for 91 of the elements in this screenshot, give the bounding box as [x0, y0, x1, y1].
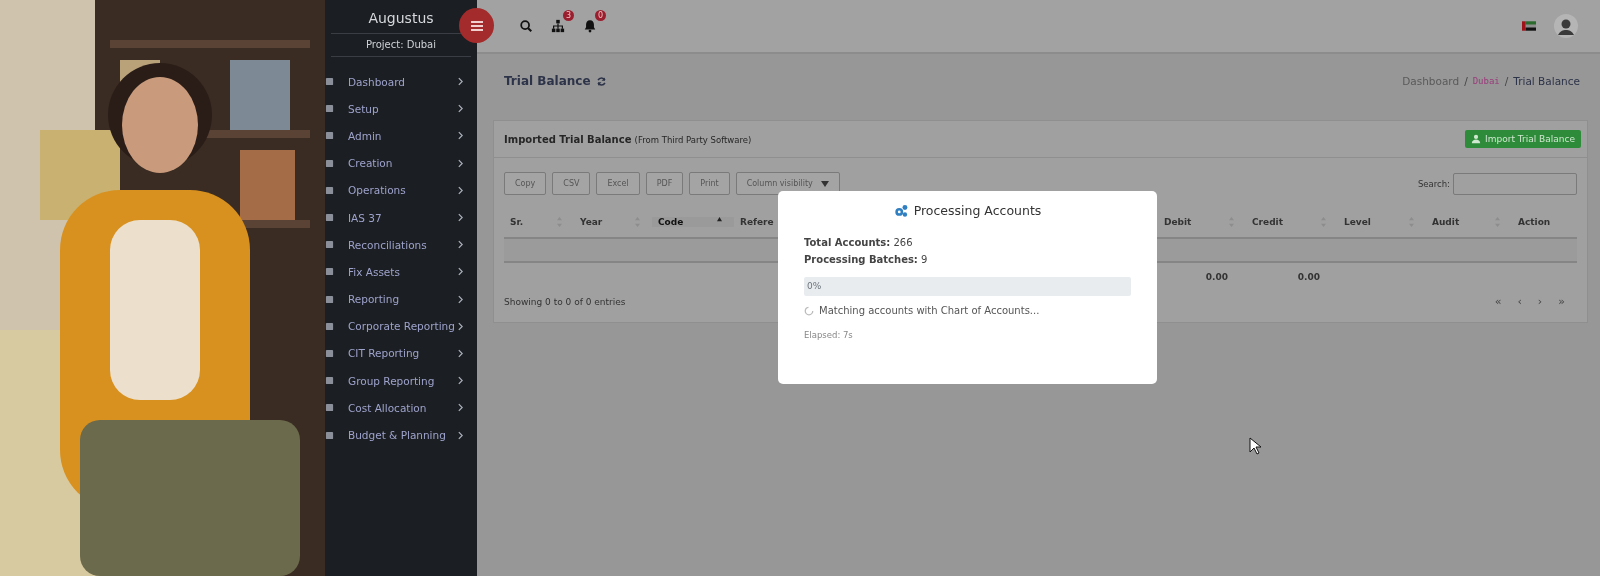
chevron-icon	[458, 403, 463, 413]
sidebar-item[interactable]: Setup	[325, 95, 477, 123]
refresh-icon[interactable]	[595, 75, 607, 87]
square-icon	[325, 348, 334, 358]
stat-text: Total Accounts: 266	[804, 236, 914, 250]
total-cell: 0.00	[1297, 272, 1320, 282]
square-icon	[325, 294, 334, 304]
chevron-icon	[458, 158, 463, 168]
sidebar-item[interactable]: Cost Allocation	[325, 394, 477, 422]
bell-icon[interactable]	[583, 19, 597, 33]
entries-info: Showing 0 to 0 of 0 entries	[504, 296, 626, 307]
column-header: Action	[1517, 217, 1552, 227]
export-button[interactable]: Excel	[596, 172, 640, 195]
chevron-icon	[458, 131, 463, 141]
chevron-icon	[458, 77, 463, 87]
stat-text: Processing Batches: 9	[804, 253, 929, 267]
square-icon	[325, 131, 334, 141]
square-icon	[325, 321, 334, 331]
page-title: Trial Balance	[504, 74, 591, 88]
square-icon	[325, 240, 334, 250]
export-button[interactable]: PDF	[645, 172, 684, 195]
export-button[interactable]: Print	[689, 172, 730, 195]
search-icon[interactable]	[519, 19, 533, 33]
column-header[interactable]: Credit	[1246, 217, 1338, 227]
column-header[interactable]: Audit	[1426, 217, 1512, 227]
column-header[interactable]: Code	[652, 217, 734, 227]
breadcrumb-separator: /	[1504, 75, 1509, 87]
spinner-icon	[804, 305, 814, 316]
avatar-icon[interactable]	[1554, 14, 1578, 38]
sitemap-icon[interactable]	[551, 19, 565, 33]
chevron-icon	[458, 267, 463, 277]
chevron-icon	[458, 104, 463, 114]
chevron-icon	[458, 321, 463, 331]
sidebar-item[interactable]: Operations	[325, 176, 477, 204]
export-button[interactable]: CSV	[552, 172, 591, 195]
chevron-icon	[458, 185, 463, 195]
cursor-icon	[1249, 437, 1261, 455]
column-header[interactable]: Year	[574, 217, 652, 227]
sidebar-item[interactable]: Reporting	[325, 285, 477, 313]
breadcrumb-separator: /	[1464, 75, 1468, 87]
total-cell: 0.00	[1205, 272, 1228, 282]
sidebar-item[interactable]: CIT Reporting	[325, 339, 477, 368]
chevron-icon	[458, 213, 463, 223]
notification-badge: 3	[563, 10, 574, 21]
progress-text: 0%	[807, 281, 822, 291]
square-icon	[325, 185, 334, 195]
sidebar-item[interactable]: Creation	[325, 149, 477, 177]
export-button[interactable]: Copy	[504, 172, 547, 195]
gears-icon	[893, 203, 908, 218]
column-header[interactable]: Sr.	[504, 217, 574, 227]
chevron-icon	[458, 348, 463, 358]
square-icon	[325, 213, 334, 223]
flag-icon[interactable]	[1522, 21, 1536, 31]
square-icon	[325, 104, 334, 114]
square-icon	[325, 403, 334, 413]
caret-icon	[820, 180, 829, 187]
square-icon	[325, 77, 334, 87]
status-text: Matching accounts with Chart of Accounts...	[819, 305, 1040, 316]
sidebar-item[interactable]: Fix Assets	[325, 258, 477, 286]
user-icon	[1471, 134, 1482, 144]
square-icon	[325, 376, 334, 386]
chevron-icon	[458, 294, 463, 304]
breadcrumb-current: Trial Balance	[1513, 75, 1580, 87]
column-header: Refere	[739, 217, 775, 227]
search-field[interactable]	[1453, 172, 1577, 195]
sidebar-item[interactable]: Budget & Planning	[325, 421, 477, 449]
card-title: Imported Trial Balance (From Third Party Software)	[504, 133, 752, 145]
elapsed-text: Elapsed: 7s	[804, 330, 854, 340]
square-icon	[325, 430, 334, 440]
sidebar-item[interactable]: IAS 37	[325, 203, 477, 232]
chevron-icon	[458, 240, 463, 250]
sidebar-item[interactable]: Corporate Reporting	[325, 312, 477, 340]
sidebar-item[interactable]: Group Reporting	[325, 367, 477, 395]
import-button[interactable]: Import Trial Balance	[1465, 130, 1581, 148]
square-icon	[325, 158, 334, 168]
square-icon	[325, 267, 334, 277]
pagination-link[interactable]: ›	[1537, 295, 1543, 308]
chevron-icon	[458, 430, 463, 440]
pagination-link[interactable]: »	[1558, 295, 1565, 308]
chevron-icon	[458, 376, 463, 386]
search-label: Search:	[1417, 178, 1450, 189]
column-header[interactable]: Debit	[1158, 217, 1246, 227]
notification-badge: 0	[595, 10, 606, 21]
sidebar-item[interactable]: Dashboard	[325, 68, 477, 96]
modal-title: Processing Accounts	[913, 203, 1042, 218]
pagination-link[interactable]: «	[1494, 295, 1502, 308]
pagination-link[interactable]: ‹	[1517, 295, 1522, 308]
column-header[interactable]: Level	[1338, 217, 1426, 227]
export-button[interactable]: Column visibility	[735, 172, 840, 195]
sidebar-item[interactable]: Reconciliations	[325, 231, 477, 259]
sidebar-item[interactable]: Admin	[325, 122, 477, 150]
